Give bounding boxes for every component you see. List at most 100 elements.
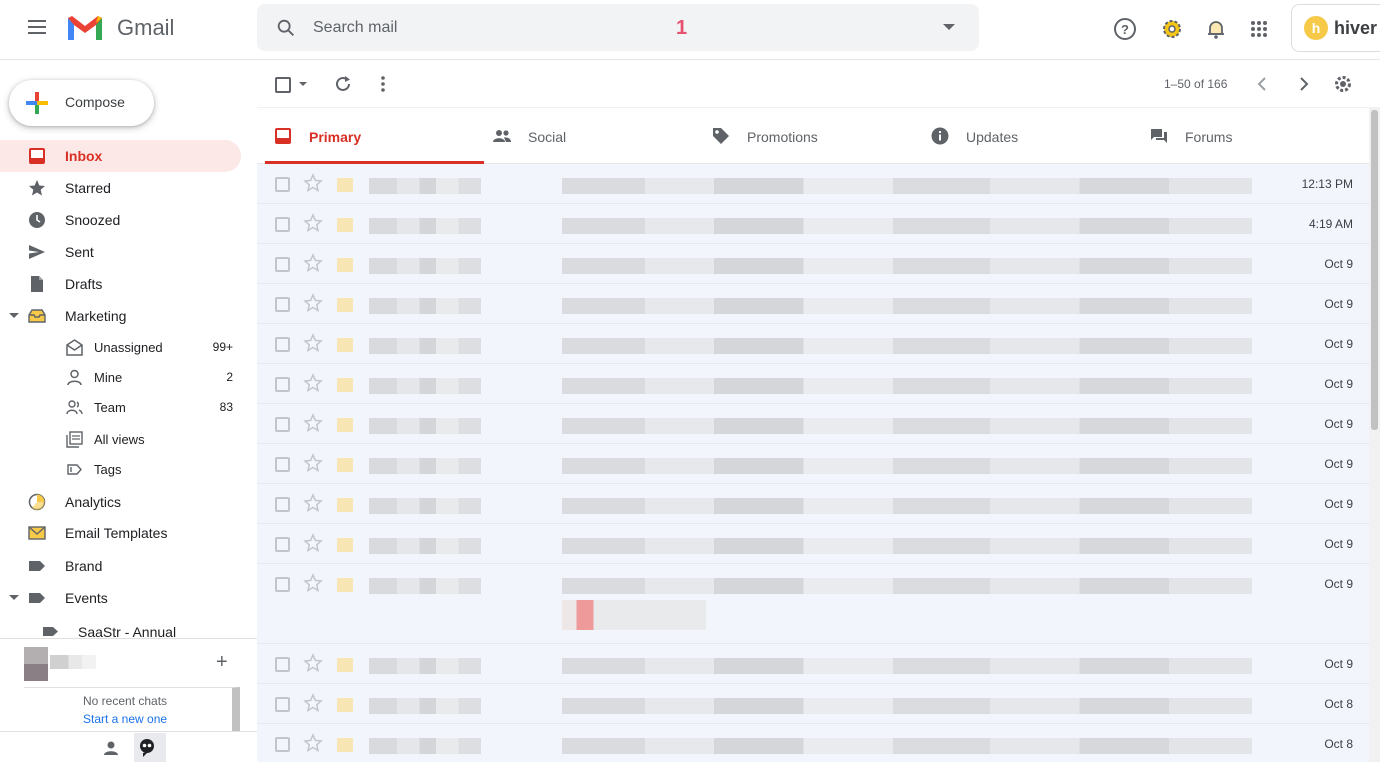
row-checkbox[interactable] (275, 377, 290, 392)
sidebar-item-analytics[interactable]: Analytics (0, 486, 241, 518)
sidebar-item-sent[interactable]: Sent (0, 236, 241, 268)
select-all-checkbox[interactable] (275, 77, 291, 93)
star-outline-icon[interactable] (303, 173, 323, 193)
sidebar-item-snoozed[interactable]: Snoozed (0, 204, 241, 236)
row-checkbox[interactable] (275, 657, 290, 672)
settings-gear-icon[interactable] (1333, 74, 1353, 94)
avatar[interactable] (24, 647, 48, 681)
email-row[interactable]: 12:13 PM (257, 164, 1369, 204)
scrollbar[interactable] (1369, 108, 1380, 762)
star-outline-icon[interactable] (303, 493, 323, 513)
sidebar-item-brand[interactable]: Brand (0, 550, 241, 582)
email-row[interactable]: Oct 9 (257, 324, 1369, 364)
star-outline-icon[interactable] (303, 653, 323, 673)
add-chat-icon[interactable]: + (216, 651, 228, 674)
row-checkbox[interactable] (275, 417, 290, 432)
sidebar-item-marketing[interactable]: Marketing (0, 300, 241, 332)
importance-marker-icon[interactable] (337, 418, 353, 432)
search-bar[interactable]: 1 (257, 4, 979, 51)
row-checkbox[interactable] (275, 737, 290, 752)
importance-marker-icon[interactable] (337, 338, 353, 352)
star-outline-icon[interactable] (303, 693, 323, 713)
start-new-chat-link[interactable]: Start a new one (83, 712, 167, 726)
importance-marker-icon[interactable] (337, 258, 353, 272)
row-checkbox[interactable] (275, 337, 290, 352)
row-checkbox[interactable] (275, 297, 290, 312)
search-icon[interactable] (275, 17, 297, 39)
sidebar-item-drafts[interactable]: Drafts (0, 268, 241, 300)
email-row[interactable]: Oct 9 (257, 364, 1369, 404)
star-outline-icon[interactable] (303, 373, 323, 393)
notification-bell-icon[interactable] (1203, 16, 1229, 42)
importance-marker-icon[interactable] (337, 698, 353, 712)
sidebar-item-starred[interactable]: Starred (0, 172, 241, 204)
row-checkbox[interactable] (275, 697, 290, 712)
importance-marker-icon[interactable] (337, 458, 353, 472)
attachment-chip-redacted[interactable] (562, 600, 706, 630)
tab-forums[interactable]: Forums (1141, 108, 1360, 164)
email-row[interactable]: Oct 9 (257, 564, 1369, 644)
importance-marker-icon[interactable] (337, 298, 353, 312)
select-options-chevron-down-icon[interactable] (299, 82, 307, 86)
main-menu-icon[interactable] (22, 16, 52, 44)
email-row[interactable]: Oct 9 (257, 244, 1369, 284)
importance-marker-icon[interactable] (337, 178, 353, 192)
email-row[interactable]: Oct 9 (257, 644, 1369, 684)
row-checkbox[interactable] (275, 537, 290, 552)
search-input[interactable] (313, 16, 913, 40)
importance-marker-icon[interactable] (337, 378, 353, 392)
hangouts-tab[interactable] (134, 733, 166, 762)
star-outline-icon[interactable] (303, 533, 323, 553)
sidebar-subitem-all-views[interactable]: All views (0, 424, 241, 454)
apps-grid-icon[interactable] (1246, 16, 1272, 42)
chevron-down-icon[interactable] (9, 313, 19, 318)
star-outline-icon[interactable] (303, 333, 323, 353)
star-outline-icon[interactable] (303, 733, 323, 753)
tab-primary[interactable]: Primary (265, 108, 484, 164)
help-icon[interactable]: ? (1112, 16, 1138, 42)
email-row[interactable]: Oct 9 (257, 484, 1369, 524)
chevron-down-icon[interactable] (9, 595, 19, 600)
sidebar-item-email-templates[interactable]: Email Templates (0, 517, 241, 549)
sidebar-subitem-tags[interactable]: Tags (0, 454, 241, 484)
sidebar-item-events[interactable]: Events (0, 582, 241, 614)
row-checkbox[interactable] (275, 457, 290, 472)
row-checkbox[interactable] (275, 177, 290, 192)
row-checkbox[interactable] (275, 217, 290, 232)
email-row[interactable]: 4:19 AM (257, 204, 1369, 244)
tab-updates[interactable]: Updates (922, 108, 1141, 164)
more-vert-icon[interactable] (373, 74, 393, 94)
settings-gear-icon[interactable] (1159, 16, 1185, 42)
star-outline-icon[interactable] (303, 573, 323, 593)
email-row[interactable]: Oct 9 (257, 404, 1369, 444)
chevron-right-icon[interactable] (1293, 74, 1313, 94)
scrollbar-thumb[interactable] (1371, 110, 1378, 430)
star-outline-icon[interactable] (303, 293, 323, 313)
star-outline-icon[interactable] (303, 413, 323, 433)
gmail-logo[interactable]: Gmail (66, 14, 174, 42)
row-checkbox[interactable] (275, 257, 290, 272)
importance-marker-icon[interactable] (337, 658, 353, 672)
email-row[interactable]: Oct 9 (257, 524, 1369, 564)
compose-button[interactable]: Compose (9, 80, 154, 126)
search-options-icon[interactable] (943, 24, 955, 30)
importance-marker-icon[interactable] (337, 498, 353, 512)
refresh-icon[interactable] (333, 74, 353, 94)
sidebar-subitem-mine[interactable]: Mine 2 (0, 362, 241, 392)
hiver-button[interactable]: h hiver (1291, 4, 1380, 52)
row-checkbox[interactable] (275, 497, 290, 512)
importance-marker-icon[interactable] (337, 218, 353, 232)
email-row[interactable]: Oct 8 (257, 684, 1369, 724)
sidebar-subitem-unassigned[interactable]: Unassigned 99+ (0, 332, 241, 362)
star-outline-icon[interactable] (303, 213, 323, 233)
importance-marker-icon[interactable] (337, 738, 353, 752)
star-outline-icon[interactable] (303, 253, 323, 273)
tab-promotions[interactable]: Promotions (703, 108, 922, 164)
sidebar-subitem-team[interactable]: Team 83 (0, 392, 241, 422)
sidebar-item-inbox[interactable]: Inbox (0, 140, 241, 172)
star-outline-icon[interactable] (303, 453, 323, 473)
tab-social[interactable]: Social (484, 108, 703, 164)
importance-marker-icon[interactable] (337, 578, 353, 592)
email-row[interactable]: Oct 9 (257, 284, 1369, 324)
email-row[interactable]: Oct 8 (257, 724, 1369, 762)
